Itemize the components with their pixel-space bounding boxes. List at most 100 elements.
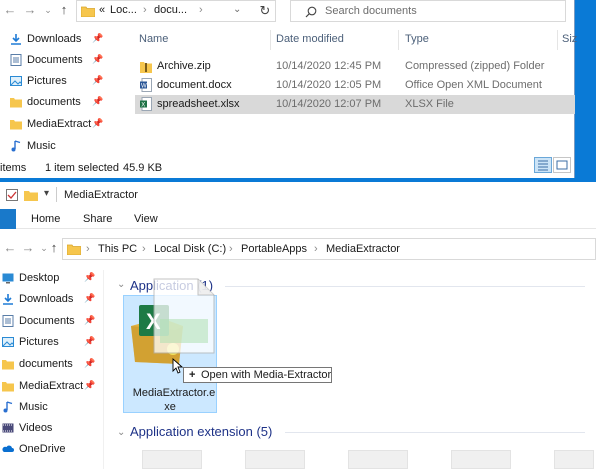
- pin-icon[interactable]: 📌: [92, 118, 103, 129]
- pane-divider[interactable]: [103, 270, 104, 469]
- large-icons-view-button[interactable]: [553, 157, 571, 173]
- breadcrumb-overflow[interactable]: «: [99, 4, 105, 16]
- column-header-name[interactable]: Name: [139, 33, 168, 45]
- file-type: Office Open XML Document: [405, 79, 542, 91]
- svg-text:X: X: [141, 103, 145, 109]
- column-divider[interactable]: [557, 30, 558, 50]
- sidebar-item-videos[interactable]: Videos: [0, 419, 104, 439]
- tab-share[interactable]: Share: [83, 213, 112, 225]
- folder-icon: [81, 6, 95, 17]
- file-row[interactable]: W document.docx 10/14/2020 12:05 PM Offi…: [135, 76, 575, 95]
- sidebar-item-documents-folder[interactable]: documents 📌: [0, 93, 112, 113]
- window-title: MediaExtractor: [64, 189, 138, 201]
- tab-view[interactable]: View: [134, 213, 158, 225]
- download-arrow-icon: [3, 294, 13, 305]
- pin-icon[interactable]: 📌: [92, 75, 103, 86]
- column-header-date[interactable]: Date modified: [276, 33, 344, 45]
- sidebar-item-onedrive[interactable]: OneDrive: [0, 440, 104, 460]
- column-header-size[interactable]: Siz: [562, 33, 577, 45]
- recent-chevron-icon[interactable]: ⌄: [40, 2, 56, 18]
- sidebar-item-label: Pictures: [27, 75, 67, 87]
- sidebar-item-pictures[interactable]: Pictures 📌: [0, 72, 112, 92]
- column-divider[interactable]: [270, 30, 271, 50]
- refresh-icon[interactable]: ↻: [257, 3, 273, 19]
- sidebar-item-documents[interactable]: Documents 📌: [0, 51, 112, 71]
- breadcrumb-separator-icon: ›: [86, 243, 90, 255]
- breadcrumb-local-disk[interactable]: Local Disk (C:): [154, 243, 226, 255]
- pin-icon[interactable]: 📌: [84, 336, 95, 347]
- pin-icon[interactable]: 📌: [84, 272, 95, 283]
- pin-icon[interactable]: 📌: [84, 358, 95, 369]
- tab-home[interactable]: Home: [31, 213, 60, 225]
- details-view-button[interactable]: [534, 157, 552, 173]
- group-header-application-extension[interactable]: Application extension (5): [130, 424, 272, 439]
- folder-icon: [10, 98, 22, 108]
- sidebar-item-desktop[interactable]: Desktop 📌: [0, 269, 104, 289]
- top-explorer-window: ← → ⌄ ↑ « Loc... › docu... › ⌄ ↻ Search …: [0, 0, 577, 178]
- forward-arrow-icon[interactable]: →: [20, 240, 36, 256]
- pictures-icon: [10, 76, 22, 86]
- pin-icon[interactable]: 📌: [84, 380, 95, 391]
- dll-file-tile[interactable]: [245, 450, 305, 469]
- column-header-type[interactable]: Type: [405, 33, 429, 45]
- breadcrumb-mediaextractor[interactable]: MediaExtractor: [326, 243, 400, 255]
- sidebar-item-downloads[interactable]: Downloads 📌: [0, 30, 112, 50]
- address-dropdown-icon[interactable]: ⌄: [233, 4, 241, 15]
- zip-icon: [140, 62, 152, 73]
- sidebar-item-downloads[interactable]: Downloads 📌: [0, 290, 104, 310]
- sidebar-item-documents-folder[interactable]: documents 📌: [0, 355, 104, 375]
- breadcrumb-portableapps[interactable]: PortableApps: [241, 243, 307, 255]
- pin-icon[interactable]: 📌: [84, 293, 95, 304]
- up-arrow-icon[interactable]: ↑: [56, 2, 72, 18]
- pictures-icon: [2, 337, 14, 347]
- details-view-icon: [538, 160, 548, 171]
- drag-plus-icon: +: [189, 369, 196, 381]
- column-divider[interactable]: [398, 30, 399, 50]
- top-search-box[interactable]: Search documents: [290, 0, 566, 22]
- pin-icon[interactable]: 📌: [92, 54, 103, 65]
- forward-arrow-icon[interactable]: →: [22, 2, 38, 18]
- dll-file-tile[interactable]: [348, 450, 408, 469]
- sidebar-item-documents[interactable]: Documents 📌: [0, 312, 104, 332]
- dll-file-tile[interactable]: [451, 450, 511, 469]
- back-arrow-icon[interactable]: ←: [2, 240, 18, 256]
- pin-icon[interactable]: 📌: [84, 315, 95, 326]
- file-date: 10/14/2020 12:05 PM: [276, 79, 382, 91]
- sidebar-item-music[interactable]: Music: [0, 137, 112, 157]
- large-icons-view-icon: [556, 160, 568, 170]
- top-address-bar[interactable]: « Loc... › docu... › ⌄: [76, 0, 276, 22]
- music-icon: [11, 140, 21, 152]
- pin-icon[interactable]: 📌: [92, 96, 103, 107]
- group-collapse-chevron-icon[interactable]: ⌄: [117, 279, 125, 290]
- breadcrumb-documents[interactable]: docu...: [154, 4, 187, 16]
- group-divider: [225, 286, 585, 287]
- dll-file-tile[interactable]: [142, 450, 202, 469]
- breadcrumb-local[interactable]: Loc...: [110, 4, 137, 16]
- sidebar-item-label: Music: [19, 401, 48, 413]
- dll-file-tile[interactable]: [554, 450, 594, 469]
- breadcrumb-separator-icon: ›: [142, 243, 146, 255]
- title-divider: [56, 187, 57, 202]
- sidebar-item-music[interactable]: Music: [0, 398, 104, 418]
- breadcrumb-this-pc[interactable]: This PC: [98, 243, 137, 255]
- download-arrow-icon: [11, 34, 21, 45]
- properties-checkbox-icon[interactable]: [6, 189, 18, 201]
- bottom-address-bar[interactable]: › This PC › Local Disk (C:) › PortableAp…: [62, 238, 596, 260]
- status-size: 45.9 KB: [123, 162, 163, 174]
- new-folder-icon[interactable]: [24, 189, 38, 201]
- sidebar-item-mediaextract[interactable]: MediaExtract 📌: [0, 115, 112, 135]
- file-row[interactable]: Archive.zip 10/14/2020 12:45 PM Compress…: [135, 57, 575, 76]
- up-arrow-icon[interactable]: ↑: [46, 240, 62, 256]
- documents-icon: [10, 54, 22, 66]
- file-row-selected[interactable]: X spreadsheet.xlsx 10/14/2020 12:07 PM X…: [135, 95, 575, 114]
- quick-access-dropdown-icon[interactable]: ▾: [44, 188, 49, 199]
- file-tab[interactable]: [0, 209, 16, 229]
- file-tile-label-line2: xe: [164, 401, 176, 413]
- sidebar-item-mediaextract[interactable]: MediaExtract 📌: [0, 377, 104, 397]
- sidebar-item-pictures[interactable]: Pictures 📌: [0, 333, 104, 353]
- sidebar-item-label: documents: [19, 358, 73, 370]
- group-collapse-chevron-icon[interactable]: ⌄: [117, 427, 125, 438]
- pin-icon[interactable]: 📌: [92, 33, 103, 44]
- file-tile-label-line1: MediaExtractor.e: [132, 387, 216, 399]
- back-arrow-icon[interactable]: ←: [2, 2, 18, 18]
